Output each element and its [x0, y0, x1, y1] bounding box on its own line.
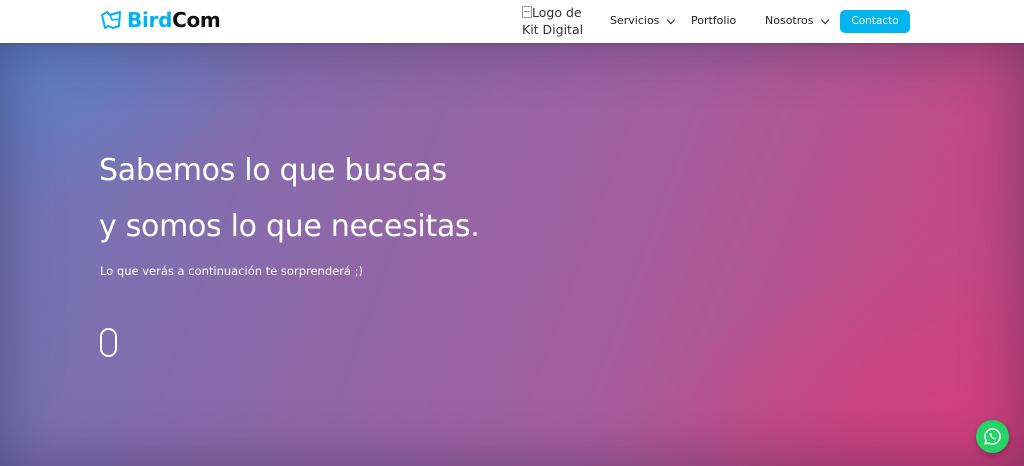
bird-logo-icon	[101, 11, 121, 29]
nav-portfolio-label: Portfolio	[691, 14, 737, 27]
hero-subtitle: Lo que verás a continuación te sorprende…	[100, 264, 363, 278]
chevron-down-icon	[667, 15, 676, 24]
hero-title-line-2: y somos lo que necesitas.	[99, 209, 480, 244]
scroll-mouse-icon[interactable]	[100, 328, 117, 357]
hero-section: Sabemos lo que buscas y somos lo que nec…	[0, 43, 1024, 466]
hero-title-line-1: Sabemos lo que buscas	[99, 153, 447, 188]
nav-nosotros-label: Nosotros	[765, 14, 814, 27]
whatsapp-button[interactable]	[976, 420, 1009, 453]
brand-logo[interactable]: BirdCom	[99, 8, 221, 32]
broken-image-icon	[522, 6, 532, 18]
nav-servicios[interactable]: Servicios	[610, 14, 676, 28]
site-header: BirdCom Logo de Kit Digital Servicios Po…	[0, 0, 1024, 43]
nav-nosotros[interactable]: Nosotros	[765, 14, 830, 28]
contact-button[interactable]: Contacto	[840, 10, 910, 33]
brand-name: BirdCom	[127, 8, 221, 32]
kit-digital-logo[interactable]: Logo de Kit Digital	[522, 4, 586, 38]
chevron-down-icon	[821, 15, 830, 24]
page: BirdCom Logo de Kit Digital Servicios Po…	[0, 0, 1024, 466]
whatsapp-icon	[984, 428, 1001, 445]
nav-servicios-label: Servicios	[610, 14, 660, 27]
hero-title: Sabemos lo que buscas y somos lo que nec…	[99, 143, 480, 255]
nav-portfolio[interactable]: Portfolio	[691, 14, 736, 28]
